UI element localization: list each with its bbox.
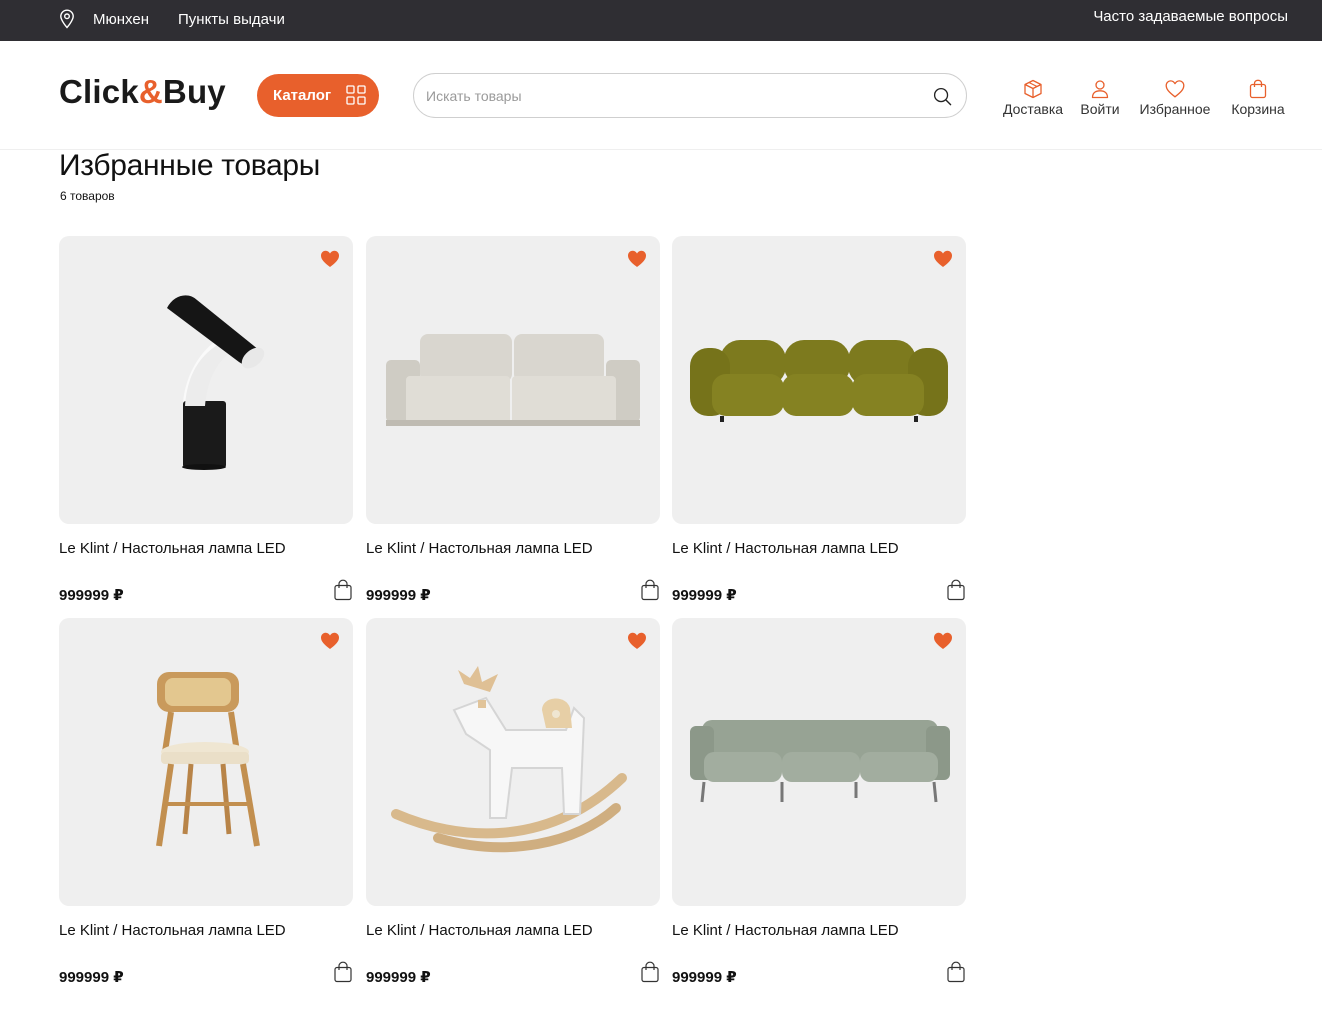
product-title[interactable]: Le Klint / Настольная лампа LED <box>672 921 899 941</box>
map-pin-icon[interactable] <box>59 9 75 29</box>
logo-text-left: Click <box>59 73 139 110</box>
green-sofa-image <box>690 720 950 803</box>
product-image[interactable] <box>672 618 966 906</box>
add-to-cart-icon[interactable] <box>333 579 353 601</box>
product-card[interactable]: Le Klint / Настольная лампа LED 999999 ₽ <box>59 618 353 1000</box>
beige-sofa-image <box>386 334 640 426</box>
add-to-cart-icon[interactable] <box>946 961 966 983</box>
product-title[interactable]: Le Klint / Настольная лампа LED <box>366 539 593 559</box>
add-to-cart-icon[interactable] <box>946 579 966 601</box>
faq-link[interactable]: Часто задаваемые вопросы <box>1093 7 1288 27</box>
product-card[interactable]: Le Klint / Настольная лампа LED 999999 ₽ <box>366 236 660 618</box>
nav-delivery-label: Доставка <box>1002 101 1064 117</box>
product-image[interactable] <box>59 236 353 524</box>
logo[interactable]: Click&Buy <box>59 72 226 112</box>
heart-filled-icon[interactable] <box>627 249 647 269</box>
product-card[interactable]: Le Klint / Настольная лампа LED 999999 ₽ <box>366 618 660 1000</box>
catalog-button[interactable]: Каталог <box>257 74 379 117</box>
product-title[interactable]: Le Klint / Настольная лампа LED <box>59 539 286 559</box>
product-card[interactable]: Le Klint / Настольная лампа LED 999999 ₽ <box>672 618 966 1000</box>
grid-icon <box>346 85 366 105</box>
heart-filled-icon[interactable] <box>320 631 340 651</box>
product-image[interactable] <box>366 236 660 524</box>
nav-login-label: Войти <box>1080 101 1120 117</box>
nav-cart-label: Корзина <box>1231 101 1285 117</box>
nav-favorites[interactable]: Избранное <box>1135 79 1215 119</box>
catalog-button-label: Каталог <box>273 87 332 104</box>
product-title[interactable]: Le Klint / Настольная лампа LED <box>672 539 899 559</box>
favorites-count: 6 товаров <box>60 189 115 203</box>
nav-favorites-label: Избранное <box>1139 101 1211 117</box>
product-card[interactable]: Le Klint / Настольная лампа LED 999999 ₽ <box>672 236 966 618</box>
pickup-points-link[interactable]: Пункты выдачи <box>178 10 285 30</box>
heart-filled-icon[interactable] <box>320 249 340 269</box>
header: Click&Buy Каталог Доставка Войти <box>0 41 1322 150</box>
heart-filled-icon[interactable] <box>627 631 647 651</box>
heart-filled-icon[interactable] <box>933 631 953 651</box>
product-image[interactable] <box>59 618 353 906</box>
rocking-horse-image <box>391 666 627 853</box>
product-price: 999999 ₽ <box>59 587 124 604</box>
product-price: 999999 ₽ <box>672 587 737 604</box>
search-icon[interactable] <box>933 87 952 106</box>
product-image[interactable] <box>366 618 660 906</box>
product-price: 999999 ₽ <box>59 969 124 986</box>
wooden-chair-image <box>156 672 260 847</box>
product-price: 999999 ₽ <box>672 969 737 986</box>
box-icon <box>1024 79 1042 99</box>
logo-ampersand: & <box>138 73 163 110</box>
product-title[interactable]: Le Klint / Настольная лампа LED <box>59 921 286 941</box>
top-bar: Мюнхен Пункты выдачи Часто задаваемые во… <box>0 0 1322 41</box>
nav-cart[interactable]: Корзина <box>1227 79 1289 119</box>
city-selector[interactable]: Мюнхен <box>93 10 149 30</box>
heart-filled-icon[interactable] <box>933 249 953 269</box>
product-image[interactable] <box>672 236 966 524</box>
search-bar <box>413 73 967 118</box>
logo-text-right: Buy <box>162 73 226 110</box>
user-icon <box>1091 80 1109 99</box>
table-lamp-image <box>167 295 265 470</box>
heart-outline-icon <box>1165 80 1185 98</box>
olive-sofa-image <box>690 340 948 422</box>
search-input[interactable] <box>426 74 926 117</box>
nav-delivery[interactable]: Доставка <box>1000 79 1066 119</box>
product-title[interactable]: Le Klint / Настольная лампа LED <box>366 921 593 941</box>
add-to-cart-icon[interactable] <box>640 579 660 601</box>
product-price: 999999 ₽ <box>366 969 431 986</box>
page-title: Избранные товары <box>59 149 321 182</box>
shopping-bag-icon <box>1249 79 1267 99</box>
product-price: 999999 ₽ <box>366 587 431 604</box>
add-to-cart-icon[interactable] <box>333 961 353 983</box>
add-to-cart-icon[interactable] <box>640 961 660 983</box>
product-card[interactable]: Le Klint / Настольная лампа LED 999999 ₽ <box>59 236 353 618</box>
nav-login[interactable]: Войти <box>1077 79 1123 119</box>
